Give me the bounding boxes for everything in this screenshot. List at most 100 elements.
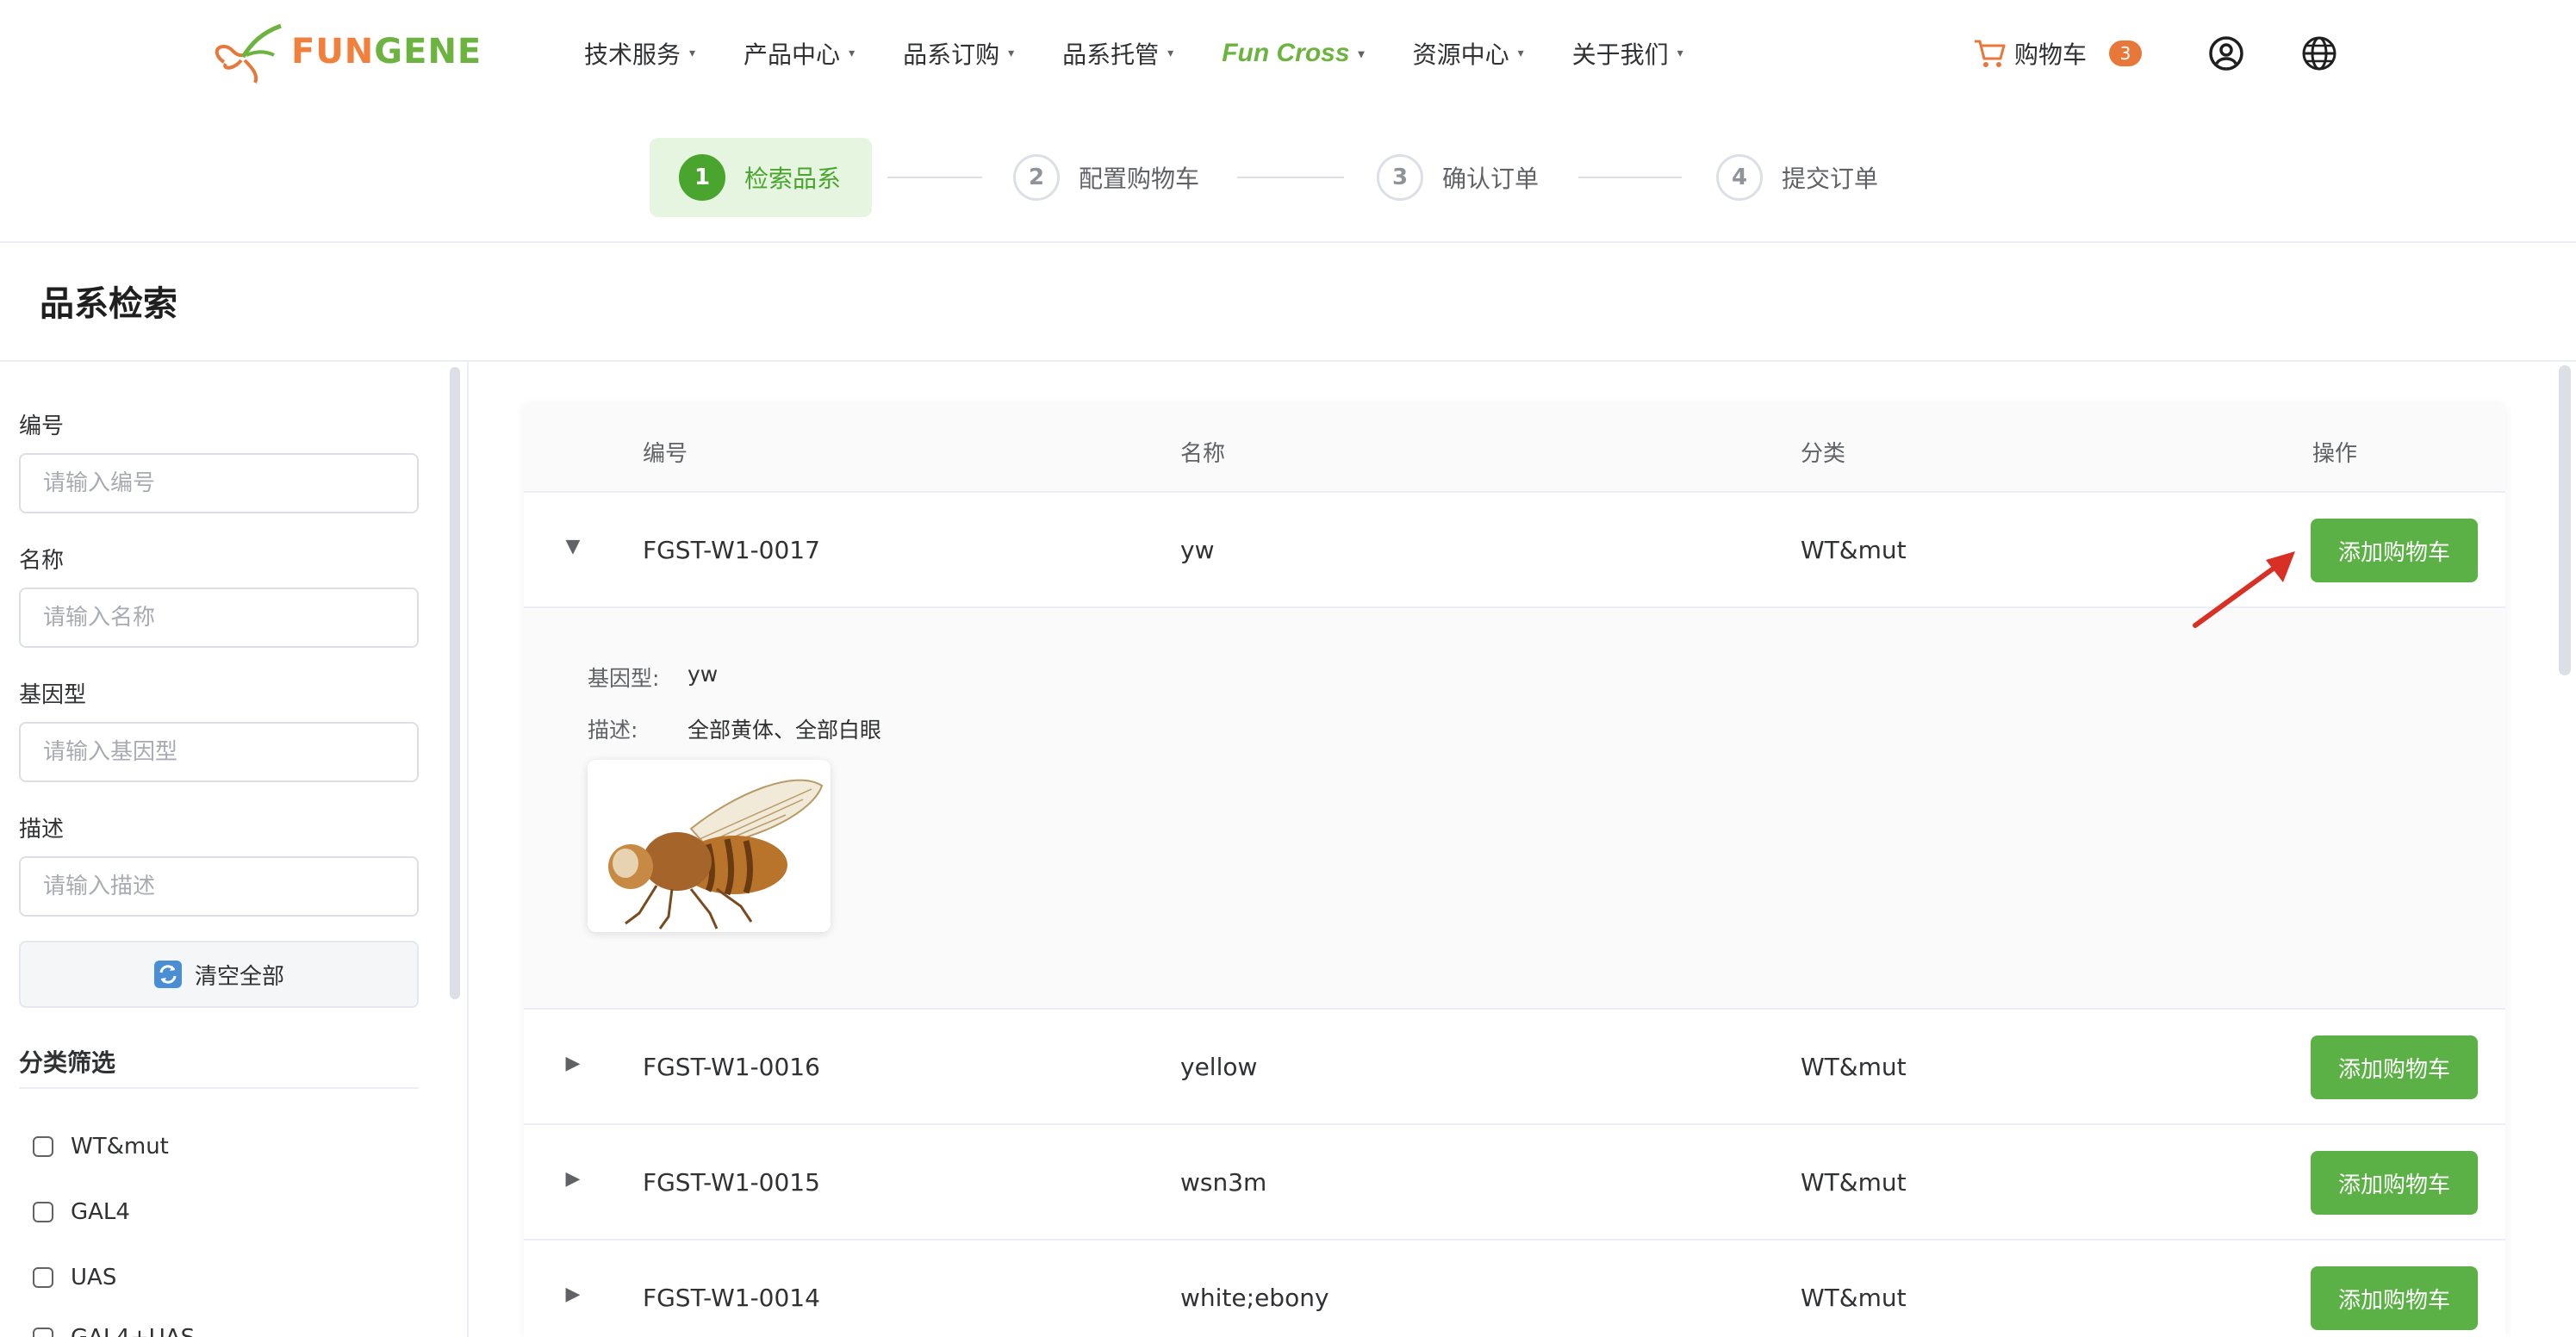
collapse-toggle-icon[interactable]: ▼ bbox=[560, 536, 586, 557]
step-label: 确认订单 bbox=[1442, 165, 1540, 193]
filter-label: WT&mut bbox=[71, 1134, 169, 1160]
step-number: 2 bbox=[1013, 154, 1060, 201]
cart-button[interactable]: 购物车 3 bbox=[1973, 31, 2143, 76]
step-number: 4 bbox=[1716, 154, 1763, 201]
caret-down-icon: ▾ bbox=[689, 47, 696, 60]
step-config-cart[interactable]: 2 配置购物车 bbox=[1013, 138, 1199, 217]
fruit-fly-image bbox=[588, 760, 831, 932]
step-number: 1 bbox=[679, 154, 725, 201]
strain-category: WT&mut bbox=[1801, 1284, 1907, 1312]
add-to-cart-button[interactable]: 添加购物车 bbox=[2311, 1035, 2478, 1099]
nav-products[interactable]: 产品中心 ▾ bbox=[744, 36, 855, 71]
table-row: ▶ FGST-W1-0015 wsn3m WT&mut 添加购物车 bbox=[524, 1125, 2505, 1241]
filter-label: GAL4 bbox=[71, 1199, 130, 1225]
id-field-label: 编号 bbox=[19, 414, 65, 439]
step-connector bbox=[1237, 177, 1344, 178]
description-label: 描述: bbox=[588, 718, 638, 743]
caret-down-icon: ▾ bbox=[1008, 47, 1015, 60]
checkbox-icon bbox=[33, 1328, 53, 1337]
clear-all-button[interactable]: 清空全部 bbox=[19, 941, 419, 1008]
step-label: 配置购物车 bbox=[1079, 165, 1200, 193]
nav-label: 资源中心 bbox=[1412, 40, 1509, 69]
app-root: FUNGENE 技术服务 ▾ 产品中心 ▾ 品系订购 ▾ 品系托管 ▾ Fun Cros… bbox=[0, 0, 2576, 1337]
step-connector bbox=[1578, 177, 1682, 178]
id-search-input[interactable] bbox=[19, 453, 419, 513]
caret-down-icon: ▾ bbox=[1358, 46, 1365, 60]
divider bbox=[19, 1087, 419, 1089]
page-title: 品系检索 bbox=[40, 284, 177, 324]
filter-checkbox-wt-mut[interactable]: WT&mut bbox=[33, 1134, 169, 1160]
step-connector bbox=[887, 177, 982, 178]
description-search-input[interactable] bbox=[19, 856, 419, 917]
step-search-strain[interactable]: 1 检索品系 bbox=[650, 138, 872, 217]
checkbox-icon bbox=[33, 1267, 53, 1288]
expand-toggle-icon[interactable]: ▶ bbox=[560, 1168, 586, 1190]
genotype-search-input[interactable] bbox=[19, 722, 419, 782]
strain-id: FGST-W1-0015 bbox=[643, 1168, 820, 1197]
strain-category: WT&mut bbox=[1801, 536, 1907, 564]
nav-label: Fun Cross bbox=[1222, 39, 1350, 67]
table-row: ▶ FGST-W1-0014 white;ebony WT&mut 添加购物车 bbox=[524, 1241, 2505, 1337]
order-steps: 1 检索品系 2 配置购物车 3 确认订单 4 提交订单 bbox=[0, 138, 2576, 217]
description-field-label: 描述 bbox=[19, 817, 65, 843]
fungene-logo[interactable]: FUNGENE bbox=[207, 16, 482, 88]
filter-label: GAL4+UAS bbox=[71, 1325, 195, 1337]
filter-checkbox-gal4[interactable]: GAL4 bbox=[33, 1199, 130, 1225]
nav-tech-services[interactable]: 技术服务 ▾ bbox=[584, 36, 695, 71]
name-field-label: 名称 bbox=[19, 548, 65, 574]
expand-toggle-icon[interactable]: ▶ bbox=[560, 1053, 586, 1074]
step-label: 提交订单 bbox=[1782, 165, 1879, 193]
annotation-arrow-icon bbox=[2193, 551, 2295, 628]
step-confirm-order[interactable]: 3 确认订单 bbox=[1377, 138, 1539, 217]
strain-name: yw bbox=[1180, 536, 1215, 564]
table-row: ▶ FGST-W1-0016 yellow WT&mut 添加购物车 bbox=[524, 1010, 2505, 1125]
cart-icon bbox=[1975, 40, 2006, 67]
category-filter-title: 分类筛选 bbox=[19, 1048, 116, 1077]
strain-name: wsn3m bbox=[1180, 1168, 1267, 1197]
divider bbox=[0, 241, 2576, 243]
step-submit-order[interactable]: 4 提交订单 bbox=[1716, 138, 1878, 217]
top-header: FUNGENE 技术服务 ▾ 产品中心 ▾ 品系订购 ▾ 品系托管 ▾ Fun Cros… bbox=[0, 0, 2576, 107]
name-search-input[interactable] bbox=[19, 588, 419, 648]
add-to-cart-button[interactable]: 添加购物车 bbox=[2311, 1151, 2478, 1215]
user-icon[interactable] bbox=[2207, 34, 2245, 72]
table-header: 编号 名称 分类 操作 bbox=[524, 405, 2505, 493]
nav-fun-cross[interactable]: Fun Cross ▾ bbox=[1222, 39, 1364, 68]
header-action: 操作 bbox=[2312, 441, 2358, 467]
header-name: 名称 bbox=[1180, 441, 1226, 467]
nav-label: 关于我们 bbox=[1571, 40, 1669, 69]
genotype-field-label: 基因型 bbox=[19, 682, 87, 708]
step-label: 检索品系 bbox=[744, 165, 842, 193]
strain-category: WT&mut bbox=[1801, 1053, 1907, 1081]
strain-category: WT&mut bbox=[1801, 1168, 1907, 1197]
cart-label: 购物车 bbox=[2014, 40, 2088, 69]
strain-name: white;ebony bbox=[1180, 1284, 1329, 1312]
main-scrollbar[interactable] bbox=[2559, 365, 2571, 675]
strain-name: yellow bbox=[1180, 1053, 1258, 1081]
add-to-cart-button[interactable]: 添加购物车 bbox=[2311, 519, 2478, 582]
header-category: 分类 bbox=[1801, 441, 1846, 467]
nav-strain-hosting[interactable]: 品系托管 ▾ bbox=[1062, 36, 1173, 71]
genotype-label: 基因型: bbox=[588, 666, 660, 691]
nav-label: 技术服务 bbox=[584, 40, 681, 69]
nav-about[interactable]: 关于我们 ▾ bbox=[1572, 36, 1683, 71]
nav-strain-order[interactable]: 品系订购 ▾ bbox=[903, 36, 1014, 71]
genotype-value: yw bbox=[688, 662, 719, 687]
nav-label: 品系订购 bbox=[903, 40, 1000, 69]
description-value: 全部黄体、全部白眼 bbox=[688, 718, 882, 743]
filter-checkbox-gal4-uas[interactable]: GAL4+UAS bbox=[33, 1325, 195, 1337]
globe-icon[interactable] bbox=[2300, 34, 2338, 72]
strain-photo[interactable] bbox=[588, 760, 831, 932]
nav-label: 品系托管 bbox=[1062, 40, 1160, 69]
caret-down-icon: ▾ bbox=[1517, 47, 1524, 60]
nav-resources[interactable]: 资源中心 ▾ bbox=[1413, 36, 1524, 71]
add-to-cart-button[interactable]: 添加购物车 bbox=[2311, 1266, 2478, 1330]
refresh-icon bbox=[153, 961, 182, 988]
caret-down-icon: ▾ bbox=[849, 47, 856, 60]
sidebar-scrollbar[interactable] bbox=[450, 367, 460, 999]
strain-id: FGST-W1-0014 bbox=[643, 1284, 820, 1312]
row-expanded-detail: 基因型: yw 描述: 全部黄体、全部白眼 bbox=[524, 608, 2505, 1010]
filter-checkbox-uas[interactable]: UAS bbox=[33, 1265, 116, 1290]
nav-label: 产品中心 bbox=[744, 40, 841, 69]
expand-toggle-icon[interactable]: ▶ bbox=[560, 1284, 586, 1305]
